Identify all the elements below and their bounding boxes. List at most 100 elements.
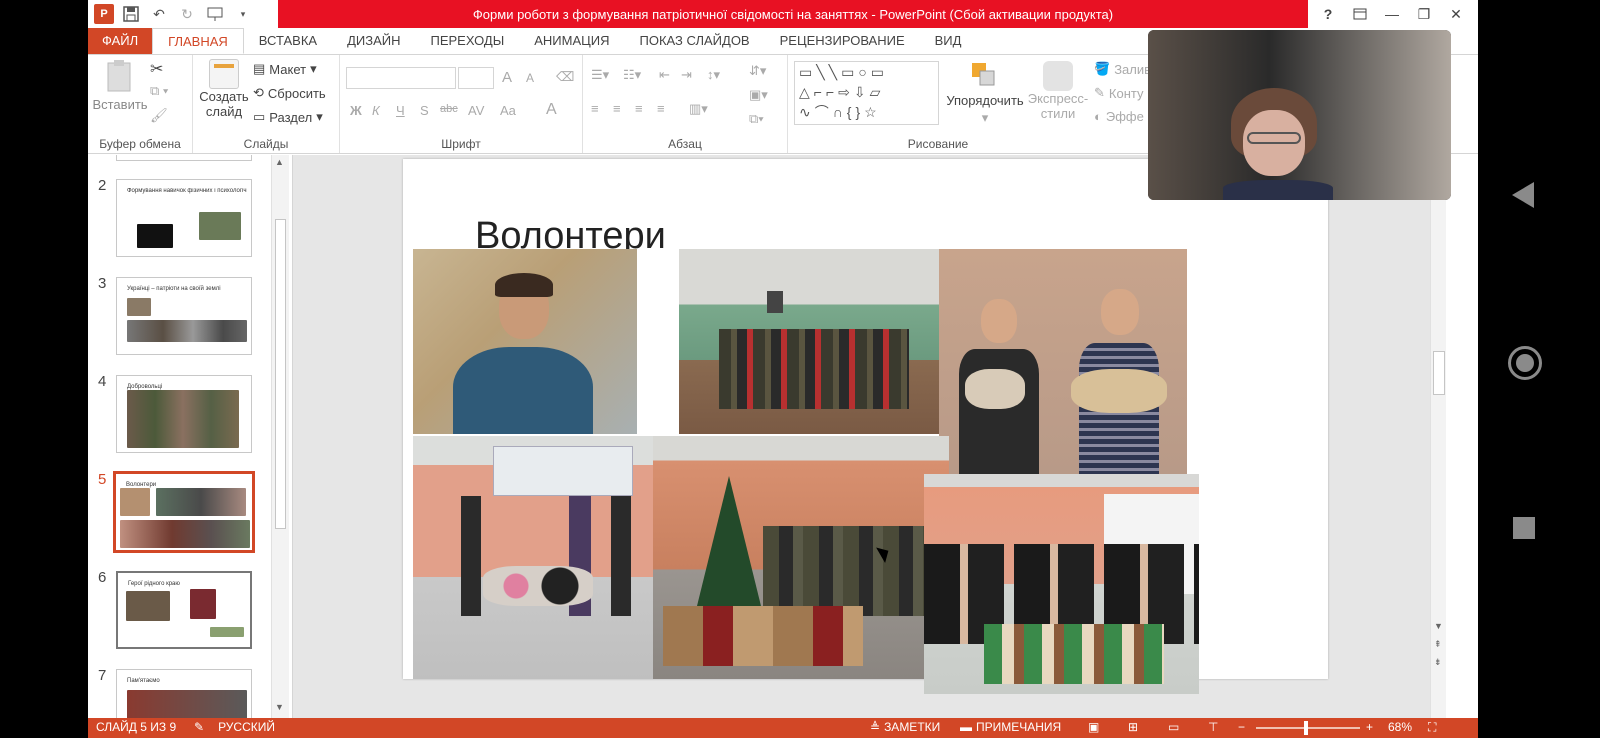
shape-fill-button[interactable]: 🪣 Залив xyxy=(1094,61,1151,77)
reset-button[interactable]: ⟲ Сбросить xyxy=(253,85,326,101)
scroll-thumb[interactable] xyxy=(1433,351,1445,395)
photo-donation-bags[interactable] xyxy=(413,436,653,679)
grow-font-button[interactable]: A xyxy=(502,69,512,86)
slideshow-view-icon[interactable]: ⊤ xyxy=(1208,720,1218,734)
zoom-out-icon[interactable]: − xyxy=(1238,720,1245,734)
photo-christmas-soldiers[interactable] xyxy=(653,436,949,679)
align-left-icon[interactable]: ≡ xyxy=(591,101,599,116)
decrease-indent-icon[interactable]: ⇤ xyxy=(659,67,670,83)
tab-review[interactable]: РЕЦЕНЗИРОВАНИЕ xyxy=(765,28,920,54)
thumbnail-slide-6[interactable]: Герої рідного краю xyxy=(116,571,252,649)
language-indicator[interactable]: ✎ РУССКИЙ xyxy=(194,720,275,734)
paste-button[interactable]: Вставить xyxy=(92,59,148,112)
next-slide-icon[interactable]: ⇟ xyxy=(1434,657,1442,668)
present-from-start-icon[interactable] xyxy=(204,3,226,25)
shadow-button[interactable]: S xyxy=(420,103,429,118)
shapes-gallery[interactable]: ▭╲╲▭○▭ △⌐⌐⇨⇩▱ ∿⌒∩{}☆ xyxy=(794,61,939,125)
section-button[interactable]: ▭ Раздел ▾ xyxy=(253,109,323,125)
prev-slide-icon[interactable]: ⇞ xyxy=(1434,639,1442,650)
tab-slideshow[interactable]: ПОКАЗ СЛАЙДОВ xyxy=(625,28,765,54)
photo-group-classroom[interactable] xyxy=(679,249,939,434)
minimize-icon[interactable]: — xyxy=(1378,2,1406,26)
justify-icon[interactable]: ≡ xyxy=(657,101,665,116)
clear-format-icon[interactable]: ⌫ xyxy=(556,69,574,85)
quick-styles-button[interactable]: Экспресс- стили xyxy=(1028,61,1088,121)
align-center-icon[interactable]: ≡ xyxy=(613,101,621,116)
numbering-icon[interactable]: ☷▾ xyxy=(623,67,641,83)
columns-icon[interactable]: ▥▾ xyxy=(689,101,708,117)
slides-group-label: Слайды xyxy=(243,137,289,151)
android-recents-icon[interactable] xyxy=(1513,517,1535,539)
layout-button[interactable]: ▤ Макет ▾ xyxy=(253,61,317,77)
align-right-icon[interactable]: ≡ xyxy=(635,101,643,116)
zoom-slider[interactable] xyxy=(1256,721,1360,735)
notes-button[interactable]: ≜ ЗАМЕТКИ xyxy=(870,720,940,734)
shape-outline-button[interactable]: ✎ Конту xyxy=(1094,85,1144,101)
android-home-icon[interactable] xyxy=(1508,346,1542,380)
photo-girls-with-toys[interactable] xyxy=(939,249,1187,474)
shape-effects-button[interactable]: ◐ Эффе xyxy=(1094,109,1144,124)
line-spacing-icon[interactable]: ↕▾ xyxy=(707,67,720,83)
scroll-down-icon[interactable]: ▼ xyxy=(275,702,284,712)
status-bar: СЛАЙД 5 ИЗ 9 ✎ РУССКИЙ ≜ ЗАМЕТКИ ▬ ПРИМЕ… xyxy=(88,718,1478,738)
tab-file[interactable]: ФАЙЛ xyxy=(88,28,153,54)
scroll-thumb[interactable] xyxy=(275,219,286,529)
tab-insert[interactable]: ВСТАВКА xyxy=(244,28,332,54)
cut-icon[interactable]: ✂ xyxy=(150,59,163,79)
editor-scrollbar[interactable]: ▼ ⇞ ⇟ xyxy=(1430,155,1446,718)
tab-animations[interactable]: АНИМАЦИЯ xyxy=(519,28,624,54)
increase-indent-icon[interactable]: ⇥ xyxy=(681,67,692,83)
strikethrough-button[interactable]: abc xyxy=(440,103,458,115)
thumbnails-scrollbar[interactable]: ▲ ▼ xyxy=(271,155,289,718)
font-color-button[interactable]: A xyxy=(546,101,557,119)
arrange-button[interactable]: Упорядочить ▾ xyxy=(944,61,1026,126)
save-icon[interactable] xyxy=(120,3,142,25)
redo-icon[interactable]: ↻ xyxy=(176,3,198,25)
slide-canvas[interactable]: Волонтери xyxy=(403,159,1328,694)
girl-left xyxy=(959,299,1039,474)
bullets-icon[interactable]: ☰▾ xyxy=(591,67,609,83)
customize-qat-icon[interactable]: ▾ xyxy=(232,3,254,25)
tab-home[interactable]: ГЛАВНАЯ xyxy=(152,28,244,54)
scroll-down-icon[interactable]: ▼ xyxy=(1434,621,1443,631)
shrink-font-button[interactable]: A xyxy=(526,71,534,85)
tab-design[interactable]: ДИЗАЙН xyxy=(332,28,415,54)
char-spacing-button[interactable]: AV xyxy=(468,103,484,118)
restore-icon[interactable]: ❐ xyxy=(1410,2,1438,26)
font-size-select[interactable] xyxy=(458,67,494,89)
help-icon[interactable]: ? xyxy=(1314,2,1342,26)
fit-to-window-icon[interactable]: ⛶ xyxy=(1428,720,1436,735)
zoom-level[interactable]: 68% xyxy=(1388,720,1412,734)
thumbnail-slide-3[interactable]: Українці – патріоти на своїй землі xyxy=(116,277,252,355)
undo-icon[interactable]: ↶ xyxy=(148,3,170,25)
smartart-icon[interactable]: ⧉▾ xyxy=(749,111,764,127)
font-family-select[interactable] xyxy=(346,67,456,89)
slide-sorter-icon[interactable]: ⊞ xyxy=(1128,720,1138,734)
tab-view[interactable]: ВИД xyxy=(920,28,977,54)
scroll-up-icon[interactable]: ▲ xyxy=(275,157,284,167)
change-case-button[interactable]: Aa xyxy=(500,103,516,118)
new-slide-button[interactable]: Создать слайд xyxy=(197,59,251,119)
copy-icon[interactable]: ⧉ ▾ xyxy=(150,83,168,99)
normal-view-icon[interactable]: ▣ xyxy=(1088,720,1099,734)
close-icon[interactable]: ✕ xyxy=(1442,2,1470,26)
thumbnail-slide-7[interactable]: Пам'ятаємо xyxy=(116,669,252,718)
text-direction-icon[interactable]: ⇵▾ xyxy=(749,63,766,79)
italic-button[interactable]: К xyxy=(372,103,380,118)
zoom-in-icon[interactable]: + xyxy=(1366,720,1373,734)
ribbon-display-options-icon[interactable] xyxy=(1346,2,1374,26)
format-painter-icon[interactable]: 🖌 xyxy=(150,107,168,124)
reading-view-icon[interactable]: ▭ xyxy=(1168,720,1179,734)
tab-transitions[interactable]: ПЕРЕХОДЫ xyxy=(416,28,520,54)
comments-button[interactable]: ▬ ПРИМЕЧАНИЯ xyxy=(960,720,1061,734)
photo-volunteer-portrait[interactable] xyxy=(413,249,637,434)
underline-button[interactable]: Ч xyxy=(396,103,405,118)
zoom-slider-thumb[interactable] xyxy=(1304,721,1308,735)
android-back-icon[interactable] xyxy=(1512,182,1534,208)
thumbnail-slide-5-selected[interactable]: Волонтери xyxy=(113,471,255,553)
thumbnail-slide-2[interactable]: Формування навичок фізичних і психологіч… xyxy=(116,179,252,257)
bold-button[interactable]: Ж xyxy=(350,103,362,118)
photo-charity-fair[interactable] xyxy=(924,474,1199,694)
align-text-icon[interactable]: ▣▾ xyxy=(749,87,768,103)
thumbnail-slide-4[interactable]: Добровольці xyxy=(116,375,252,453)
